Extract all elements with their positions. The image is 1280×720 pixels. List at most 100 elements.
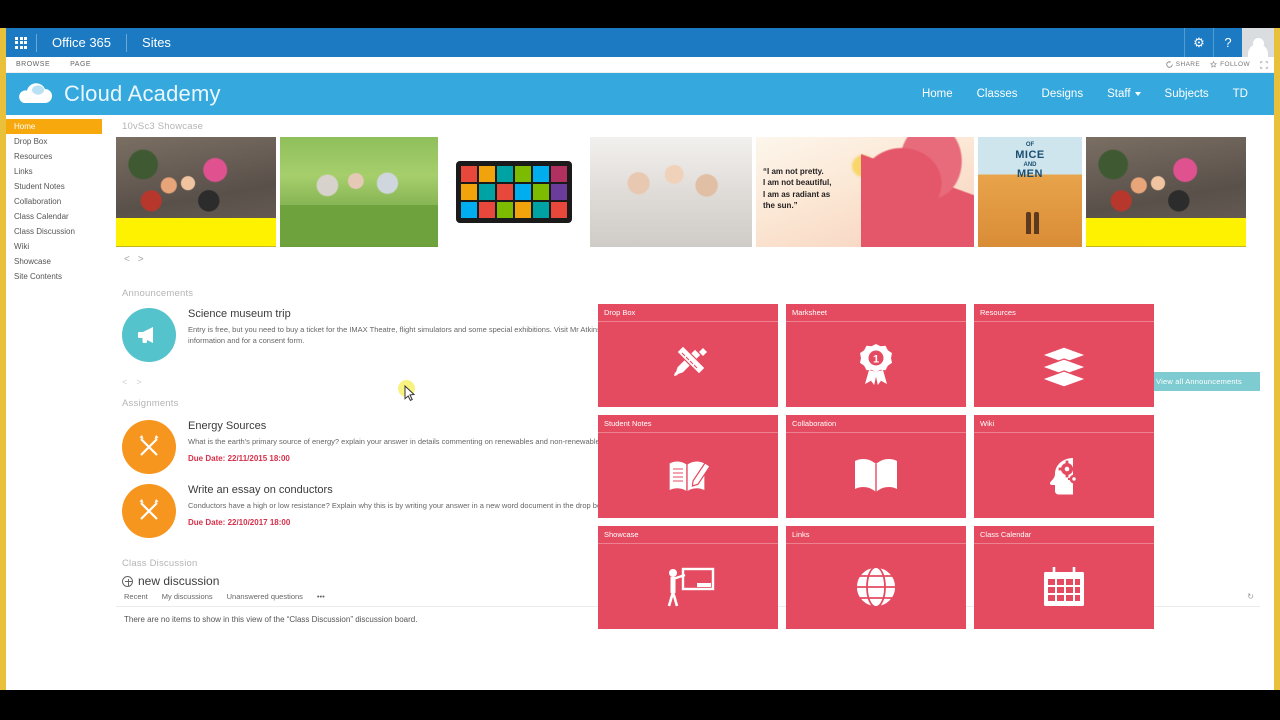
sidebar-item-links[interactable]: Links — [6, 164, 102, 179]
sharepoint-ribbon: BROWSE PAGE SHARE FOLLOW — [6, 57, 1274, 73]
tile-label: Resources — [974, 304, 1154, 322]
quote-line: I am not beautiful, — [763, 178, 832, 188]
tab-unanswered-questions[interactable]: Unanswered questions — [227, 592, 303, 601]
cloud-logo-icon — [14, 79, 56, 109]
calendar-icon — [974, 544, 1154, 629]
nav-label: Home — [921, 88, 953, 100]
tile-resources[interactable]: Resources — [974, 304, 1154, 407]
carousel-controls: < > — [124, 254, 1260, 265]
share-label: SHARE — [1175, 61, 1201, 68]
site-header: Cloud Academy Home Classes Designs Staff… — [6, 73, 1274, 115]
nav-item-td[interactable]: TD — [1221, 88, 1260, 100]
books-stack-icon — [974, 322, 1154, 407]
settings-gear-icon[interactable]: ⚙ — [1184, 28, 1213, 57]
sidebar-item-wiki[interactable]: Wiki — [6, 239, 102, 254]
site-title[interactable]: Cloud Academy — [64, 81, 221, 107]
nav-label: Classes — [976, 88, 1018, 100]
nav-item-subjects[interactable]: Subjects — [1153, 88, 1221, 100]
tile-label: Showcase — [598, 526, 778, 544]
ribbon-tab-browse[interactable]: BROWSE — [6, 61, 60, 68]
nav-item-classes[interactable]: Classes — [965, 88, 1030, 100]
sites-link[interactable]: Sites — [127, 28, 186, 57]
notebook-pencil-icon — [598, 433, 778, 518]
showcase-quote: “I am not pretty. I am not beautiful, I … — [763, 166, 831, 212]
refresh-icon[interactable]: ↻ — [1247, 592, 1254, 601]
assignment-body: What is the earth's primary source of en… — [188, 437, 633, 446]
announcements-prev-button[interactable]: < — [122, 377, 127, 387]
tile-label: Drop Box — [598, 304, 778, 322]
book-title-men: MEN — [1017, 168, 1043, 181]
assignment-text: Write an essay on conductors Conductors … — [188, 484, 627, 538]
tab-more-ellipsis[interactable]: ••• — [317, 592, 325, 601]
book-title-mice: MICE — [1015, 148, 1045, 161]
tile-wiki[interactable]: Wiki — [974, 415, 1154, 518]
share-button[interactable]: SHARE — [1166, 61, 1200, 68]
focus-on-content-icon[interactable] — [1260, 60, 1268, 69]
sidebar-item-class-discussion[interactable]: Class Discussion — [6, 224, 102, 239]
tile-label: Marksheet — [786, 304, 966, 322]
tile-marksheet[interactable]: Marksheet 1 — [786, 304, 966, 407]
announcements-next-button[interactable]: > — [136, 377, 141, 387]
help-icon[interactable]: ? — [1213, 28, 1242, 57]
assignment-due-date: Due Date: 22/10/2017 18:00 — [188, 518, 291, 528]
figure-graphic — [860, 137, 974, 247]
tile-collaboration[interactable]: Collaboration — [786, 415, 966, 518]
assignment-title[interactable]: Energy Sources — [188, 420, 633, 432]
carousel-slide-of-mice-and-men[interactable]: OF MICE AND MEN — [978, 137, 1082, 247]
nav-item-designs[interactable]: Designs — [1030, 88, 1096, 100]
carousel-slide-classroom[interactable] — [116, 137, 276, 247]
carousel-slide-tablet[interactable] — [442, 137, 586, 247]
nav-item-home[interactable]: Home — [910, 88, 965, 100]
tile-links[interactable]: Links — [786, 526, 966, 629]
tile-label: Wiki — [974, 415, 1154, 433]
promoted-links-tiles: Drop Box Marksheet 1 Resources Student N… — [598, 304, 1160, 629]
nav-label: Subjects — [1164, 88, 1209, 100]
tile-drop-box[interactable]: Drop Box — [598, 304, 778, 407]
ribbon-tab-page[interactable]: PAGE — [60, 61, 101, 68]
tile-label: Collaboration — [786, 415, 966, 433]
award-ribbon-icon: 1 — [786, 322, 966, 407]
tab-my-discussions[interactable]: My discussions — [162, 592, 213, 601]
assignment-text: Energy Sources What is the earth's prima… — [188, 420, 633, 474]
new-discussion-label: new discussion — [138, 574, 220, 588]
sidebar-item-collaboration[interactable]: Collaboration — [6, 194, 102, 209]
carousel-slide-group-work[interactable] — [590, 137, 752, 247]
tab-recent[interactable]: Recent — [124, 592, 148, 601]
tile-label: Links — [786, 526, 966, 544]
carousel-slide-outdoor-study[interactable] — [280, 137, 438, 247]
office365-brand-link[interactable]: Office 365 — [37, 28, 126, 57]
sidebar-item-showcase[interactable]: Showcase — [6, 254, 102, 269]
pencil-ruler-icon — [122, 420, 176, 474]
tile-label: Student Notes — [598, 415, 778, 433]
follow-label: FOLLOW — [1220, 61, 1250, 68]
sidebar-item-class-calendar[interactable]: Class Calendar — [6, 209, 102, 224]
tile-class-calendar[interactable]: Class Calendar — [974, 526, 1154, 629]
carousel-prev-button[interactable]: < — [124, 254, 130, 265]
top-navigation: Home Classes Designs Staff Subjects TD — [910, 88, 1274, 100]
sidebar-item-site-contents[interactable]: Site Contents — [6, 269, 102, 284]
sidebar-item-resources[interactable]: Resources — [6, 149, 102, 164]
showcase-heading: 10vSc3 Showcase — [122, 121, 204, 132]
globe-icon — [786, 544, 966, 629]
book-title-of: OF — [1025, 142, 1035, 148]
assignment-due-date: Due Date: 22/11/2015 18:00 — [188, 454, 290, 464]
tile-showcase[interactable]: Showcase — [598, 526, 778, 629]
avatar[interactable] — [1242, 28, 1274, 57]
sidebar-item-student-notes[interactable]: Student Notes — [6, 179, 102, 194]
carousel-slide-classroom-repeat[interactable] — [1086, 137, 1246, 247]
carousel-next-button[interactable]: > — [138, 254, 144, 265]
assignment-title[interactable]: Write an essay on conductors — [188, 484, 627, 496]
pencil-ruler-icon — [598, 322, 778, 407]
tile-student-notes[interactable]: Student Notes — [598, 415, 778, 518]
sidebar-item-home[interactable]: Home — [6, 119, 102, 134]
follow-button[interactable]: FOLLOW — [1210, 61, 1250, 68]
open-book-icon — [786, 433, 966, 518]
nav-item-staff[interactable]: Staff — [1095, 88, 1152, 100]
sidebar-item-drop-box[interactable]: Drop Box — [6, 134, 102, 149]
nav-label: Staff — [1107, 88, 1131, 100]
quote-line: the sun.” — [763, 201, 798, 211]
carousel-slide-quote[interactable]: “I am not pretty. I am not beautiful, I … — [756, 137, 974, 247]
head-gears-icon — [974, 433, 1154, 518]
app-launcher-icon[interactable] — [6, 28, 36, 57]
chevron-down-icon — [1134, 92, 1141, 96]
